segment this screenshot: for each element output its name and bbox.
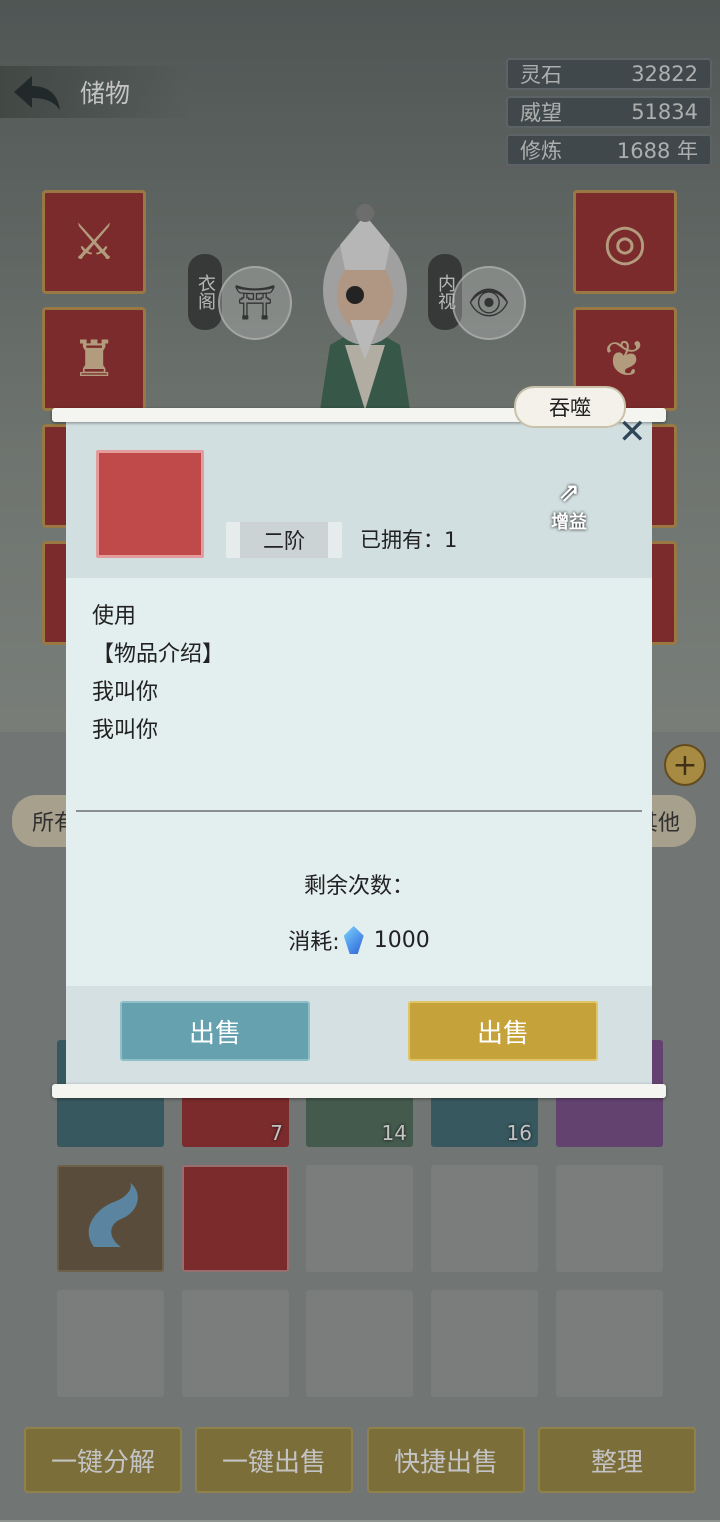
desc-line: 我叫你 — [92, 718, 159, 743]
bag-slot-empty[interactable] — [431, 1165, 538, 1272]
item-tier: 二阶 — [226, 522, 342, 558]
stat-spirit-stone: 灵石 32822 — [506, 58, 712, 90]
expand-bag-button[interactable]: + — [664, 744, 706, 786]
stat-cultivation: 修炼 1688 年 — [506, 134, 712, 166]
desc-line: 我叫你 — [92, 680, 159, 705]
equip-slot-weapon[interactable]: ⚔ — [42, 190, 146, 294]
sort-button[interactable]: 整理 — [538, 1427, 696, 1493]
pendant-icon: ❦ — [604, 330, 646, 388]
item-icon — [96, 450, 204, 558]
dialog-header: 二阶 已拥有：1 ⇗ 增益 — [66, 420, 652, 578]
back-arrow-icon — [14, 76, 60, 110]
divider — [76, 810, 642, 812]
item-detail-dialog: 二阶 已拥有：1 ⇗ 增益 使用 【物品介绍】 我叫你 我叫你 剩余次数： 消耗… — [52, 386, 666, 1098]
stat-prestige: 威望 51834 — [506, 96, 712, 128]
wardrobe-button[interactable]: ⛩ — [218, 266, 292, 340]
equip-slot-ring[interactable]: ◎ — [573, 190, 677, 294]
sword-icon: ⚔ — [71, 213, 117, 271]
bag-slot[interactable] — [182, 1165, 289, 1272]
page-title: 储物 — [80, 79, 131, 108]
ring-icon: ◎ — [603, 213, 647, 271]
bag-slot-empty[interactable] — [306, 1290, 413, 1397]
eye-icon: 👁 — [467, 283, 511, 323]
close-icon[interactable]: ✕ — [618, 412, 647, 452]
scroll-rod-bottom — [52, 1084, 666, 1098]
robe-icon: ⛩ — [233, 283, 277, 323]
back-button[interactable]: 储物 — [0, 66, 190, 118]
bag-slot-empty[interactable] — [431, 1290, 538, 1397]
desc-line: 使用 — [92, 604, 137, 629]
boost-arrow-icon: ⇗ — [558, 478, 580, 508]
boost-button[interactable]: ⇗ 增益 — [546, 478, 592, 544]
item-description: 使用 【物品介绍】 我叫你 我叫你 — [92, 598, 224, 750]
armor-icon: ♜ — [71, 330, 117, 388]
spirit-crystal-icon — [343, 926, 364, 954]
spirit-wisp-icon — [88, 1182, 138, 1247]
inner-view-button[interactable]: 👁 — [452, 266, 526, 340]
plus-icon: + — [672, 747, 698, 783]
character-portrait — [320, 204, 410, 410]
bag-slot-empty[interactable] — [57, 1290, 164, 1397]
devour-button[interactable]: 吞噬 — [514, 386, 626, 428]
bag-slot[interactable] — [57, 1165, 164, 1272]
resource-stats: 灵石 32822 威望 51834 修炼 1688 年 — [506, 58, 712, 172]
wardrobe-label: 衣阁 — [188, 254, 222, 330]
quick-sell-button[interactable]: 快捷出售 — [367, 1427, 525, 1493]
one-click-decompose-button[interactable]: 一键分解 — [24, 1427, 182, 1493]
equip-slot-armor[interactable]: ♜ — [42, 307, 146, 411]
owned-count: 已拥有：1 — [360, 528, 458, 552]
bag-slot-empty[interactable] — [182, 1290, 289, 1397]
cost-label: 消耗: — [288, 930, 340, 955]
cost-value: 1000 — [373, 927, 430, 953]
sell-button-gold[interactable]: 出售 — [408, 1001, 598, 1061]
bag-slot-empty[interactable] — [556, 1165, 663, 1272]
desc-line: 【物品介绍】 — [92, 642, 225, 667]
bag-slot-empty[interactable] — [306, 1165, 413, 1272]
one-click-sell-button[interactable]: 一键出售 — [195, 1427, 353, 1493]
dialog-paper: 二阶 已拥有：1 ⇗ 增益 使用 【物品介绍】 我叫你 我叫你 剩余次数： 消耗… — [66, 420, 652, 1086]
dialog-actions: 出售 出售 — [66, 986, 652, 1086]
sell-button-blue[interactable]: 出售 — [120, 1001, 310, 1061]
cost-row: 消耗: 1000 — [66, 924, 652, 956]
bag-slot-empty[interactable] — [556, 1290, 663, 1397]
remaining-uses: 剩余次数： — [303, 874, 414, 899]
